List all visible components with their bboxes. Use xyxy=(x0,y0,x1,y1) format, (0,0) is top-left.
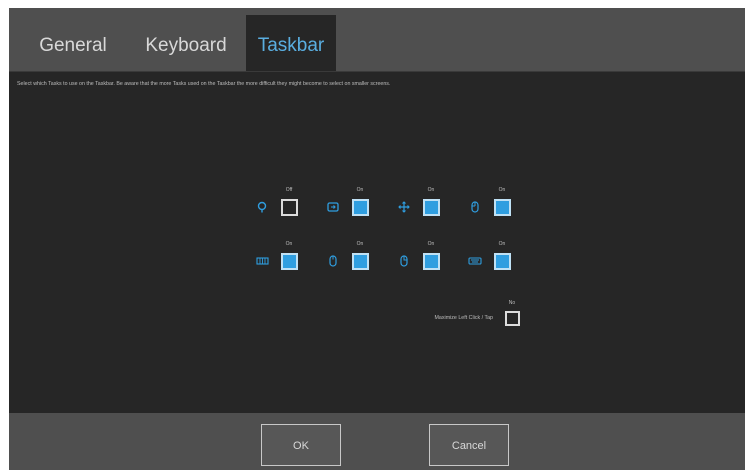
task-checkbox[interactable] xyxy=(423,253,440,270)
maximize-state: No xyxy=(508,300,516,306)
task-state: On xyxy=(498,241,506,247)
task-state: On xyxy=(427,187,435,193)
task-item-keyboard-grid: On xyxy=(254,241,324,281)
ok-button[interactable]: OK xyxy=(261,424,341,466)
keyboard-grid-icon xyxy=(254,253,270,269)
task-state: On xyxy=(356,241,364,247)
taskbar-settings-panel: Select which Tasks to use on the Taskbar… xyxy=(9,71,745,413)
task-item-keyboard: On xyxy=(467,241,537,281)
mouse-left-icon xyxy=(467,199,483,215)
window-arrow-icon xyxy=(325,199,341,215)
task-checkbox[interactable] xyxy=(352,253,369,270)
tab-bar: General Keyboard Taskbar xyxy=(9,8,745,71)
maximize-label: Maximize Left Click / Tap xyxy=(434,315,493,321)
task-state: On xyxy=(427,241,435,247)
dialog-footer: OK Cancel xyxy=(9,413,745,470)
task-checkbox[interactable] xyxy=(423,199,440,216)
taskbar-description: Select which Tasks to use on the Taskbar… xyxy=(17,81,391,87)
move-arrows-icon xyxy=(396,199,412,215)
task-item-window: On xyxy=(325,187,395,227)
task-checkbox[interactable] xyxy=(281,253,298,270)
task-state: On xyxy=(498,187,506,193)
tab-keyboard[interactable]: Keyboard xyxy=(127,15,245,71)
tab-general[interactable]: General xyxy=(19,15,127,71)
mouse-icon xyxy=(325,253,341,269)
mouse-right-icon xyxy=(396,253,412,269)
task-checkbox[interactable] xyxy=(494,199,511,216)
keyboard-icon xyxy=(467,253,483,269)
task-checkbox[interactable] xyxy=(494,253,511,270)
task-state: Off xyxy=(285,187,293,193)
task-item-mouse-left: On xyxy=(467,187,537,227)
task-item-mouse-right: On xyxy=(396,241,466,281)
task-checkbox[interactable] xyxy=(352,199,369,216)
task-state: On xyxy=(285,241,293,247)
task-item-mouse: On xyxy=(325,241,395,281)
task-item-pin: Off xyxy=(254,187,324,227)
tab-taskbar[interactable]: Taskbar xyxy=(246,15,336,71)
maximize-left-click-option: No Maximize Left Click / Tap xyxy=(393,296,533,336)
pin-icon xyxy=(254,199,270,215)
task-item-move: On xyxy=(396,187,466,227)
maximize-checkbox[interactable] xyxy=(505,311,520,326)
task-state: On xyxy=(356,187,364,193)
task-checkbox[interactable] xyxy=(281,199,298,216)
cancel-button[interactable]: Cancel xyxy=(429,424,509,466)
settings-window: General Keyboard Taskbar Select which Ta… xyxy=(9,8,745,470)
